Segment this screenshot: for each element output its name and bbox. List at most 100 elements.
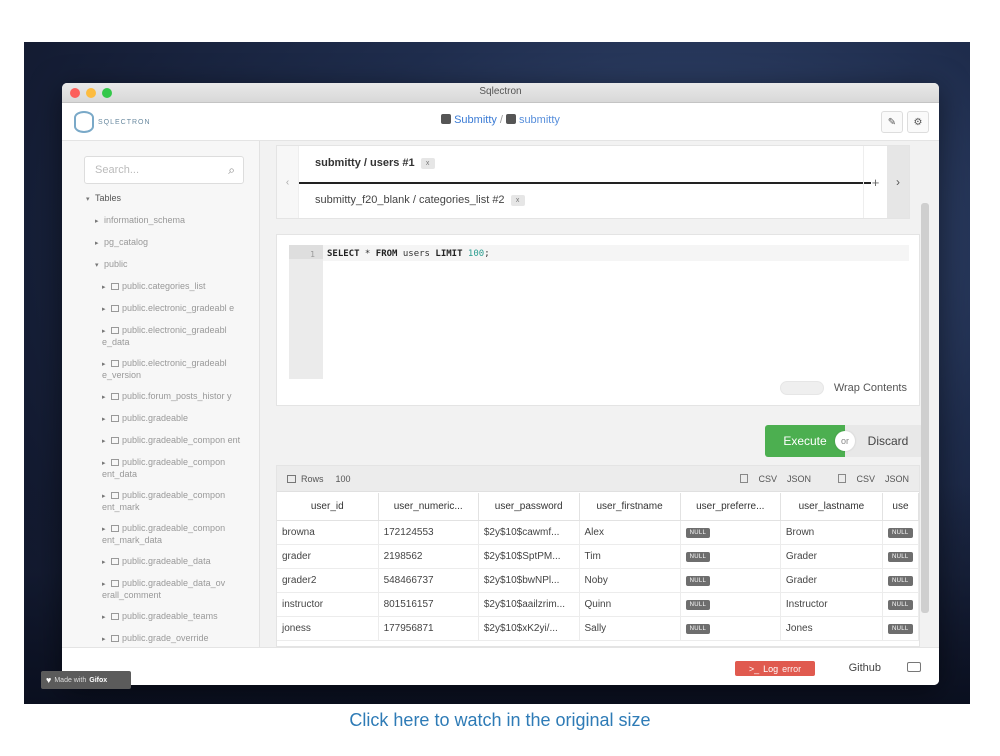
caret-right-icon[interactable]: ▸ [102, 359, 111, 370]
table-row[interactable]: grader 2198562 $2y$10$SptPM... Tim NULL Grade… [277, 544, 919, 569]
execute-button[interactable]: Execute [765, 425, 845, 457]
vertical-scrollbar[interactable] [921, 203, 929, 613]
table-row[interactable]: instructor 801516157 $2y$10$aailzrim... Qui… [277, 592, 919, 617]
tree-node[interactable]: ▸ public.electronic_gradeabl e [86, 303, 246, 315]
cell-user-password[interactable]: $2y$10$SptPM... [478, 544, 580, 569]
column-header[interactable]: user_numeric... [378, 493, 479, 521]
cell-user-password[interactable]: $2y$10$xK2yi/... [478, 616, 580, 641]
cell-user-id[interactable]: joness [277, 616, 379, 641]
cell-user-lastname[interactable]: Jones [780, 616, 883, 641]
caret-right-icon[interactable]: ▸ [102, 612, 111, 623]
caret-down-icon[interactable]: ▾ [95, 260, 104, 271]
cell-user-numeric[interactable]: 801516157 [378, 592, 479, 617]
tree-node[interactable]: ▸ public.electronic_gradeabl e_data [86, 325, 246, 348]
column-header[interactable]: user_password [478, 493, 580, 521]
tab-categories-list[interactable]: submitty_f20_blank / categories_list #2 x [299, 184, 525, 218]
tab-users[interactable]: submitty / users #1 x [299, 146, 871, 184]
caret-right-icon[interactable]: ▸ [102, 557, 111, 568]
table-row[interactable]: browna 172124553 $2y$10$cawmf... Alex NULL Br… [277, 520, 919, 545]
caret-right-icon[interactable]: ▸ [102, 282, 111, 293]
caret-right-icon[interactable]: ▸ [102, 579, 111, 590]
tree-node[interactable]: ▸ information_schema [86, 215, 246, 227]
tab-scroll-left-button[interactable]: ‹ [277, 146, 299, 218]
tree-node[interactable]: ▸ public.gradeable_data_ov erall_comment [86, 578, 246, 601]
tree-node[interactable]: ▸ public.gradeable_compon ent [86, 435, 246, 447]
cell-next[interactable]: NULL [882, 616, 919, 641]
tree-node[interactable]: ▸ pg_catalog [86, 237, 246, 249]
column-header[interactable]: user_firstname [579, 493, 681, 521]
cell-user-preferred[interactable]: NULL [680, 520, 781, 545]
cell-user-preferred[interactable]: NULL [680, 568, 781, 593]
column-header[interactable]: use [882, 493, 919, 521]
caret-right-icon[interactable]: ▸ [102, 634, 111, 645]
caret-right-icon[interactable]: ▸ [102, 414, 111, 425]
tree-node[interactable]: ▸ public.categories_list [86, 281, 246, 293]
pin-button[interactable]: ✎ [881, 111, 903, 133]
tab-close-icon[interactable]: x [510, 195, 525, 206]
cell-next[interactable]: NULL [882, 520, 919, 545]
caret-right-icon[interactable]: ▸ [102, 326, 111, 337]
column-header[interactable]: user_preferre... [680, 493, 781, 521]
cell-user-firstname[interactable]: Quinn [579, 592, 681, 617]
cell-user-password[interactable]: $2y$10$cawmf... [478, 520, 580, 545]
tree-node[interactable]: ▸ public.gradeable_teams [86, 611, 246, 623]
table-row[interactable]: grader2 548466737 $2y$10$bwNPl... Noby NULL G… [277, 568, 919, 593]
query-line[interactable]: SELECT * FROM users LIMIT 100; [323, 245, 909, 261]
add-tab-button[interactable]: + [863, 146, 887, 218]
cell-user-password[interactable]: $2y$10$bwNPl... [478, 568, 580, 593]
tree-node[interactable]: ▸ public.gradeable_compon ent_mark [86, 490, 246, 513]
save-csv-button[interactable]: CSV [856, 474, 875, 484]
caret-right-icon[interactable]: ▸ [102, 304, 111, 315]
tree-node[interactable]: ▸ public.gradeable [86, 413, 246, 425]
table-row[interactable]: joness 177956871 $2y$10$xK2yi/... Sally NULL… [277, 616, 919, 641]
tab-close-icon[interactable]: x [420, 158, 435, 169]
caret-right-icon[interactable]: ▸ [95, 216, 104, 227]
settings-button[interactable]: ⚙ [907, 111, 929, 133]
tree-node[interactable]: ▸ public.gradeable_compon ent_data [86, 457, 246, 480]
column-header[interactable]: user_id [277, 493, 379, 521]
tree-node[interactable]: ▾ public [86, 259, 246, 271]
tree-node[interactable]: ▾ Tables [86, 193, 246, 205]
save-json-button[interactable]: JSON [885, 474, 909, 484]
caret-right-icon[interactable]: ▸ [102, 436, 111, 447]
cell-user-firstname[interactable]: Tim [579, 544, 681, 569]
cell-next[interactable]: NULL [882, 568, 919, 593]
tab-scroll-right-button[interactable]: › [887, 146, 909, 218]
wrap-contents-toggle[interactable] [779, 381, 824, 395]
cell-user-firstname[interactable]: Noby [579, 568, 681, 593]
cell-next[interactable]: NULL [882, 592, 919, 617]
caret-right-icon[interactable]: ▸ [102, 392, 111, 403]
tree-node[interactable]: ▸ public.forum_posts_histor y [86, 391, 246, 403]
tree-node[interactable]: ▸ public.grade_override [86, 633, 246, 645]
cell-user-lastname[interactable]: Grader [780, 544, 883, 569]
cell-next[interactable]: NULL [882, 544, 919, 569]
caret-right-icon[interactable]: ▸ [102, 524, 111, 535]
caret-right-icon[interactable]: ▸ [102, 458, 111, 469]
caret-down-icon[interactable]: ▾ [86, 194, 95, 205]
cell-user-firstname[interactable]: Sally [579, 616, 681, 641]
search-input[interactable]: Search... ⌕ [84, 156, 244, 184]
tree-node[interactable]: ▸ public.gradeable_compon ent_mark_data [86, 523, 246, 546]
cell-user-id[interactable]: instructor [277, 592, 379, 617]
cell-user-numeric[interactable]: 548466737 [378, 568, 479, 593]
copy-csv-button[interactable]: CSV [758, 474, 777, 484]
cell-user-numeric[interactable]: 177956871 [378, 616, 479, 641]
cell-user-id[interactable]: grader [277, 544, 379, 569]
tree-node[interactable]: ▸ public.gradeable_data [86, 556, 246, 568]
discard-button[interactable]: Discard [845, 425, 923, 457]
breadcrumb-server[interactable]: Submitty [454, 114, 497, 126]
cell-user-firstname[interactable]: Alex [579, 520, 681, 545]
github-link[interactable]: Github [849, 662, 881, 674]
cell-user-preferred[interactable]: NULL [680, 592, 781, 617]
breadcrumb-database[interactable]: submitty [519, 114, 560, 126]
query-editor[interactable]: 1 SELECT * FROM users LIMIT 100; Wrap Co… [276, 234, 920, 406]
caret-right-icon[interactable]: ▸ [95, 238, 104, 249]
cell-user-preferred[interactable]: NULL [680, 616, 781, 641]
cell-user-numeric[interactable]: 172124553 [378, 520, 479, 545]
cell-user-id[interactable]: browna [277, 520, 379, 545]
cell-user-lastname[interactable]: Brown [780, 520, 883, 545]
cell-user-numeric[interactable]: 2198562 [378, 544, 479, 569]
column-header[interactable]: user_lastname [780, 493, 883, 521]
cell-user-lastname[interactable]: Instructor [780, 592, 883, 617]
log-error-button[interactable]: >_ Log error [735, 661, 815, 676]
